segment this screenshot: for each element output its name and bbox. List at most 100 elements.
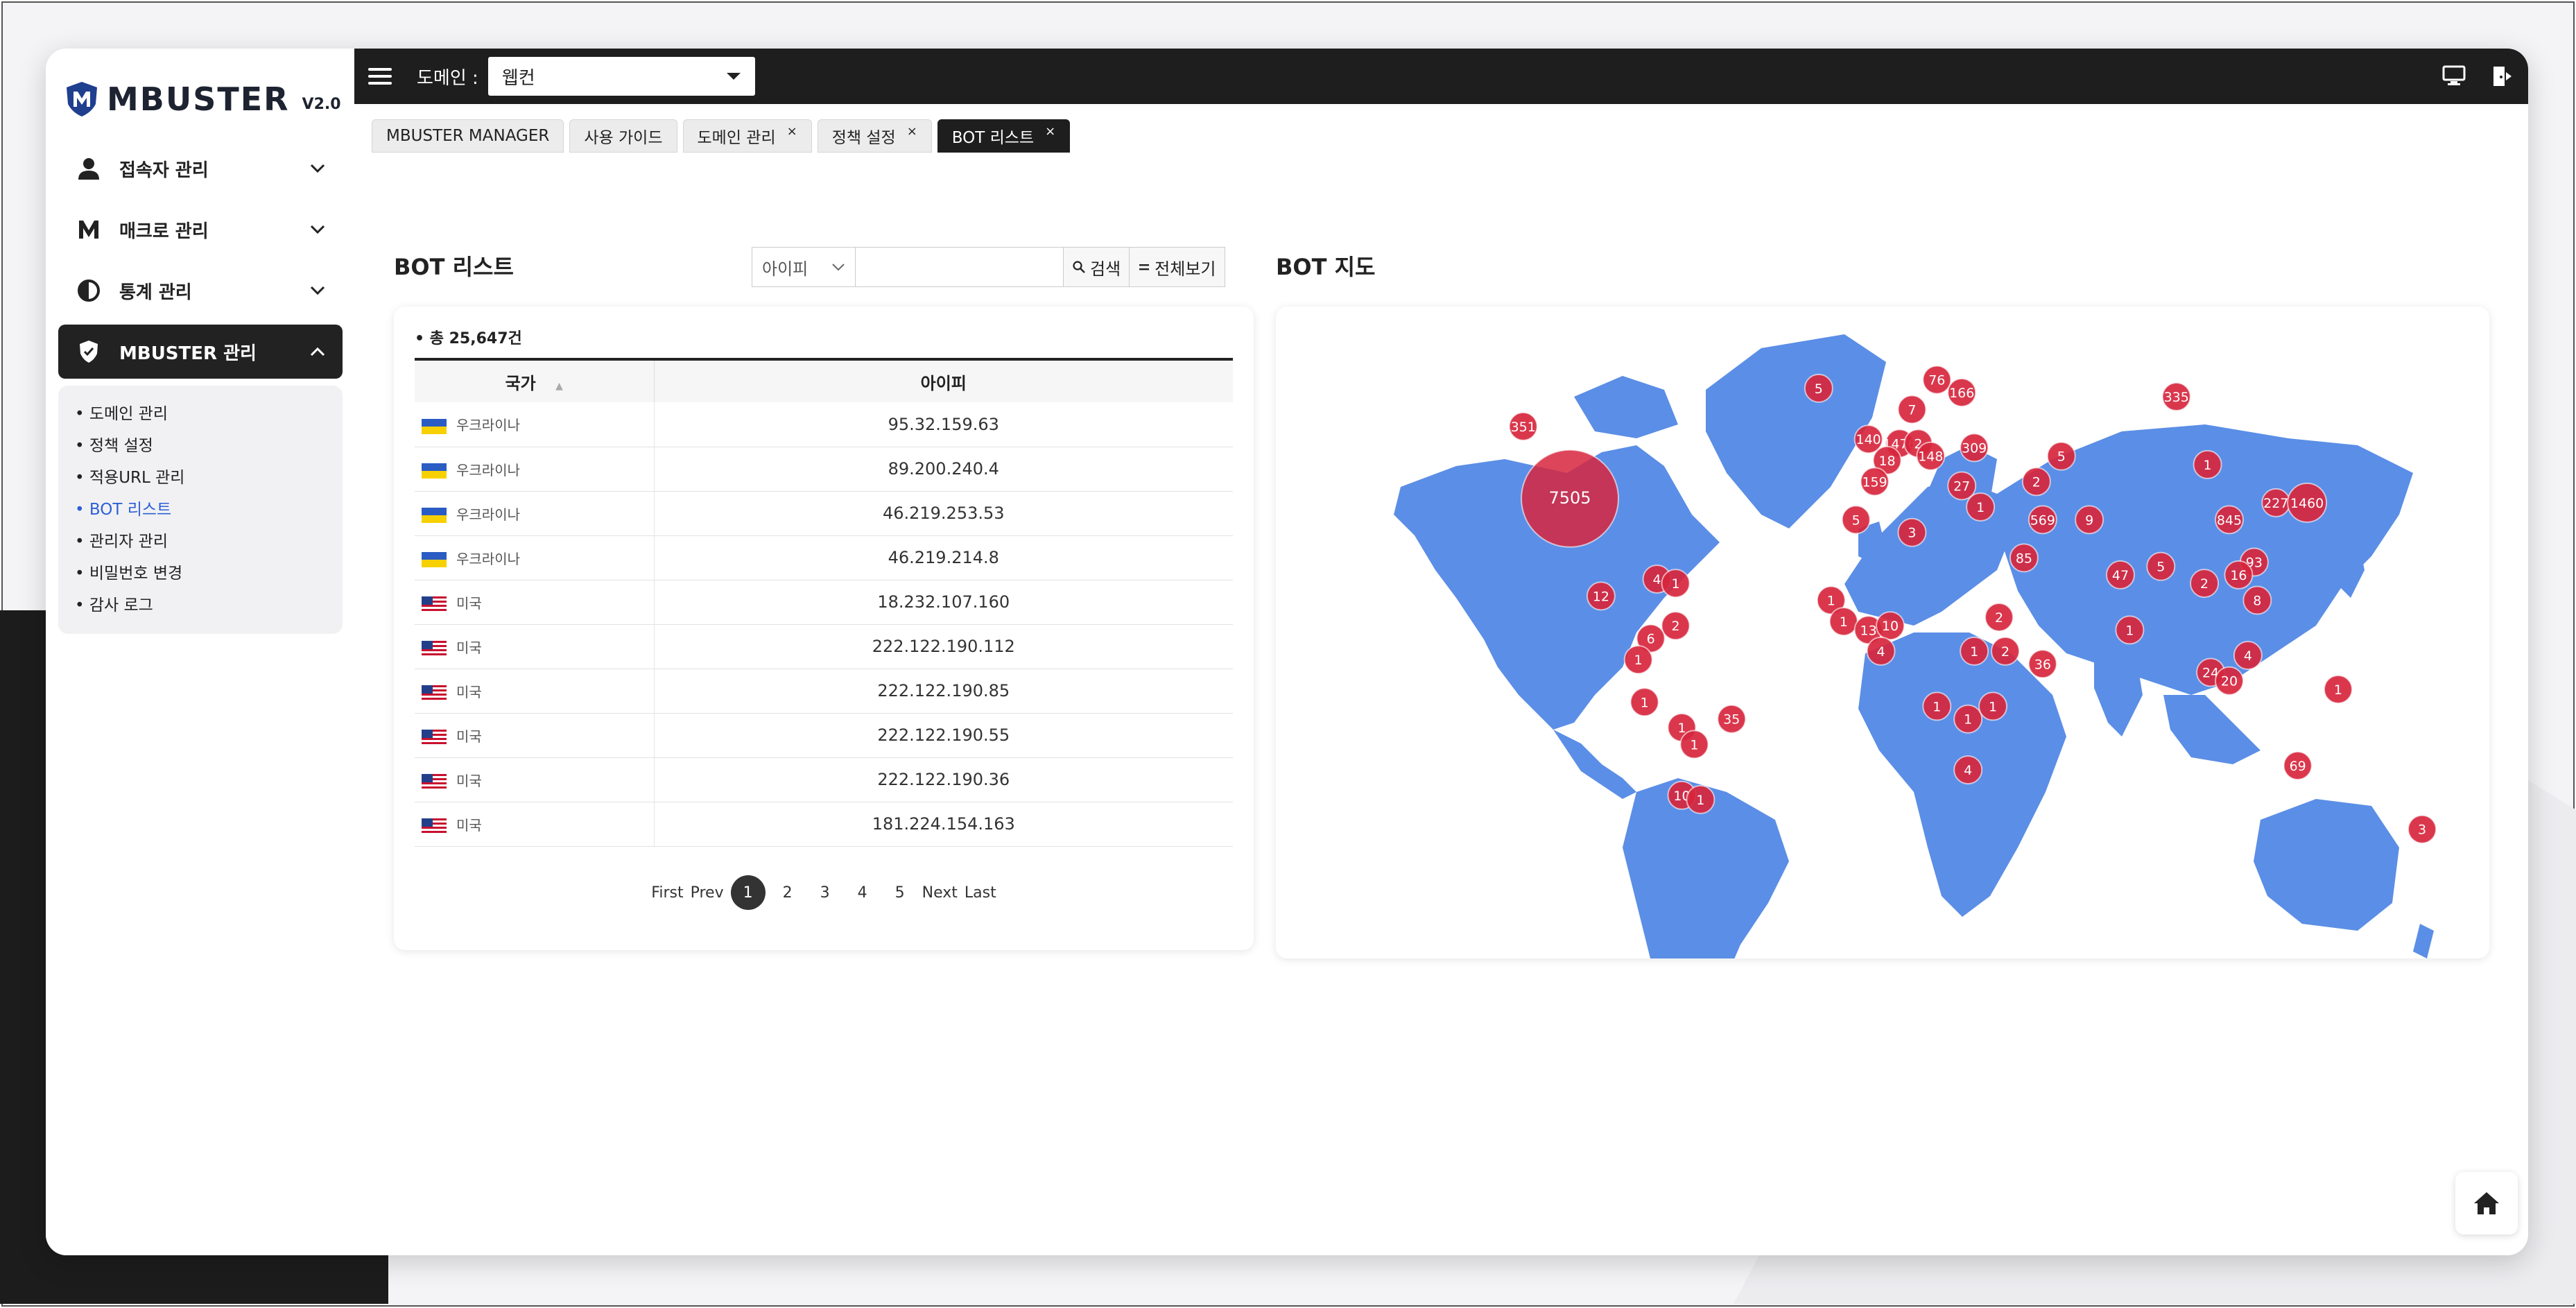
cluster-count: 20 (2221, 674, 2238, 689)
pager-first[interactable]: First (651, 875, 683, 910)
sidebar-item-label: 매크로 관리 (119, 221, 209, 242)
table-row[interactable]: 우크라이나 95.32.159.63 (415, 402, 1233, 447)
sidebar: MBUSTER V2.0 접속자 관리 매크로 관리 통계 관리 MBUSTER… (46, 49, 354, 1255)
country-name: 미국 (456, 772, 482, 789)
cluster-count: 1 (2204, 458, 2212, 473)
table-row[interactable]: 우크라이나 46.219.214.8 (415, 535, 1233, 580)
world-map[interactable]: 75053515761667335140 14762 30914818159 2752… (1276, 307, 2489, 958)
land-masses (1394, 334, 2434, 958)
search-button[interactable]: 검색 (1064, 247, 1130, 287)
view-all-button[interactable]: 전체보기 (1130, 247, 1225, 287)
search-field-select-value: 아이피 (762, 259, 809, 279)
table-row[interactable]: 미국 181.224.154.163 (415, 802, 1233, 847)
search-input[interactable] (856, 247, 1064, 287)
caret-down-icon (726, 73, 741, 80)
cluster-count: 8 (2253, 594, 2261, 609)
country-cell: 미국 (415, 624, 655, 669)
pager-page-2[interactable]: 2 (772, 875, 803, 910)
top-bar: 도메인 : 웹컨 (354, 49, 2528, 104)
sidebar-item-visitor-management[interactable]: 접속자 관리 (58, 141, 343, 196)
ukraine-flag-icon (422, 418, 447, 434)
ip-cell: 222.122.190.36 (654, 757, 1233, 802)
submenu-domain-management[interactable]: • 도메인 관리 (75, 398, 326, 430)
submenu-url-management[interactable]: • 적용URL 관리 (75, 462, 326, 494)
tab-user-guide[interactable]: 사용 가이드 (569, 119, 677, 153)
topbar-actions (2442, 65, 2514, 87)
sidebar-item-mbuster-management[interactable]: MBUSTER 관리 (58, 325, 343, 379)
table-row[interactable]: 미국 222.122.190.55 (415, 713, 1233, 758)
cluster-count: 5 (2156, 560, 2165, 575)
cluster-count: 1 (1827, 594, 1835, 609)
mbuster-shield-icon (67, 82, 97, 117)
country-name: 미국 (456, 728, 482, 745)
cluster-count: 5 (1852, 513, 1860, 528)
tab-label: 사용 가이드 (584, 129, 663, 147)
table-row[interactable]: 우크라이나 46.219.253.53 (415, 491, 1233, 536)
shield-icon (75, 338, 103, 365)
pager-page-4[interactable]: 4 (847, 875, 878, 910)
country-cell: 미국 (415, 580, 655, 625)
ip-cell: 46.219.253.53 (654, 491, 1233, 536)
submenu-password-change[interactable]: • 비밀번호 변경 (75, 558, 326, 590)
country-cell: 미국 (415, 757, 655, 802)
sort-icon[interactable]: ▲ (555, 381, 563, 392)
sidebar-item-macro-management[interactable]: 매크로 관리 (58, 203, 343, 257)
pager-page-1[interactable]: 1 (730, 875, 766, 910)
submenu-audit-log[interactable]: • 감사 로그 (75, 590, 326, 621)
home-button[interactable] (2455, 1172, 2518, 1234)
pager-next[interactable]: Next (922, 875, 958, 910)
ip-cell: 46.219.214.8 (654, 535, 1233, 580)
logo[interactable]: MBUSTER V2.0 (64, 80, 341, 118)
cluster-count: 7 (1908, 402, 1916, 418)
table-row[interactable]: 미국 222.122.190.36 (415, 757, 1233, 802)
column-header-country[interactable]: 국가 ▲ (415, 359, 655, 402)
domain-select[interactable]: 웹컨 (487, 57, 755, 96)
land-arctic-islands (1574, 376, 1678, 438)
cluster-count: 1 (1976, 500, 1985, 515)
country-cell: 미국 (415, 669, 655, 714)
table-row[interactable]: 미국 222.122.190.112 (415, 624, 1233, 669)
pager-page-3[interactable]: 3 (810, 875, 840, 910)
close-icon[interactable]: × (907, 124, 917, 139)
submenu-admin-management[interactable]: • 관리자 관리 (75, 526, 326, 558)
table-row[interactable]: 우크라이나 89.200.240.4 (415, 447, 1233, 492)
submenu-policy-settings[interactable]: • 정책 설정 (75, 430, 326, 462)
close-icon[interactable]: × (787, 124, 797, 139)
cluster-count: 569 (2030, 513, 2055, 528)
monitor-icon[interactable] (2442, 65, 2466, 86)
cluster-count: 85 (2016, 551, 2032, 566)
cluster-count: 9 (2085, 513, 2093, 528)
cluster-count: 1 (1840, 614, 1848, 630)
cluster-count: 1 (1690, 737, 1698, 752)
column-header-ip[interactable]: 아이피 (654, 359, 1233, 402)
main-content: BOT 리스트 아이피 검색 전체보기 BOT 지도 • 총 25,647건 국… (372, 153, 2507, 1241)
pager-prev[interactable]: Prev (691, 875, 724, 910)
sidebar-item-stats-management[interactable]: 통계 관리 (58, 264, 343, 318)
submenu-bot-list[interactable]: • BOT 리스트 (75, 494, 326, 526)
cluster-count: 2 (1995, 610, 2003, 626)
ukraine-flag-icon (422, 552, 447, 567)
tab-domain-management[interactable]: 도메인 관리 × (682, 119, 812, 153)
table-row[interactable]: 미국 222.122.190.85 (415, 669, 1233, 714)
table-row[interactable]: 미국 18.232.107.160 (415, 580, 1233, 625)
pager-page-5[interactable]: 5 (885, 875, 915, 910)
close-icon[interactable]: × (1045, 124, 1055, 139)
country-name: 우크라이나 (456, 461, 520, 479)
tab-mbuster-manager[interactable]: MBUSTER MANAGER (372, 119, 564, 153)
country-name: 우크라이나 (456, 417, 520, 434)
hamburger-menu-icon[interactable] (368, 60, 401, 93)
logout-icon[interactable] (2491, 65, 2514, 87)
search-field-select[interactable]: 아이피 (752, 247, 856, 287)
country-name: 미국 (456, 683, 482, 700)
cluster-count: 148 (1918, 449, 1943, 465)
tab-bot-list[interactable]: BOT 리스트 × (937, 119, 1071, 153)
cluster-count: 2 (1671, 619, 1679, 634)
cluster-count: 35 (1723, 712, 1740, 728)
cluster-count: 4 (1964, 763, 1972, 778)
pager-last[interactable]: Last (965, 875, 996, 910)
chevron-down-icon (306, 279, 329, 302)
cluster-count: 1 (1989, 699, 1997, 714)
tab-policy-settings[interactable]: 정책 설정 × (817, 119, 932, 153)
cluster-count: 2 (2001, 644, 2009, 660)
country-cell: 우크라이나 (415, 447, 655, 492)
